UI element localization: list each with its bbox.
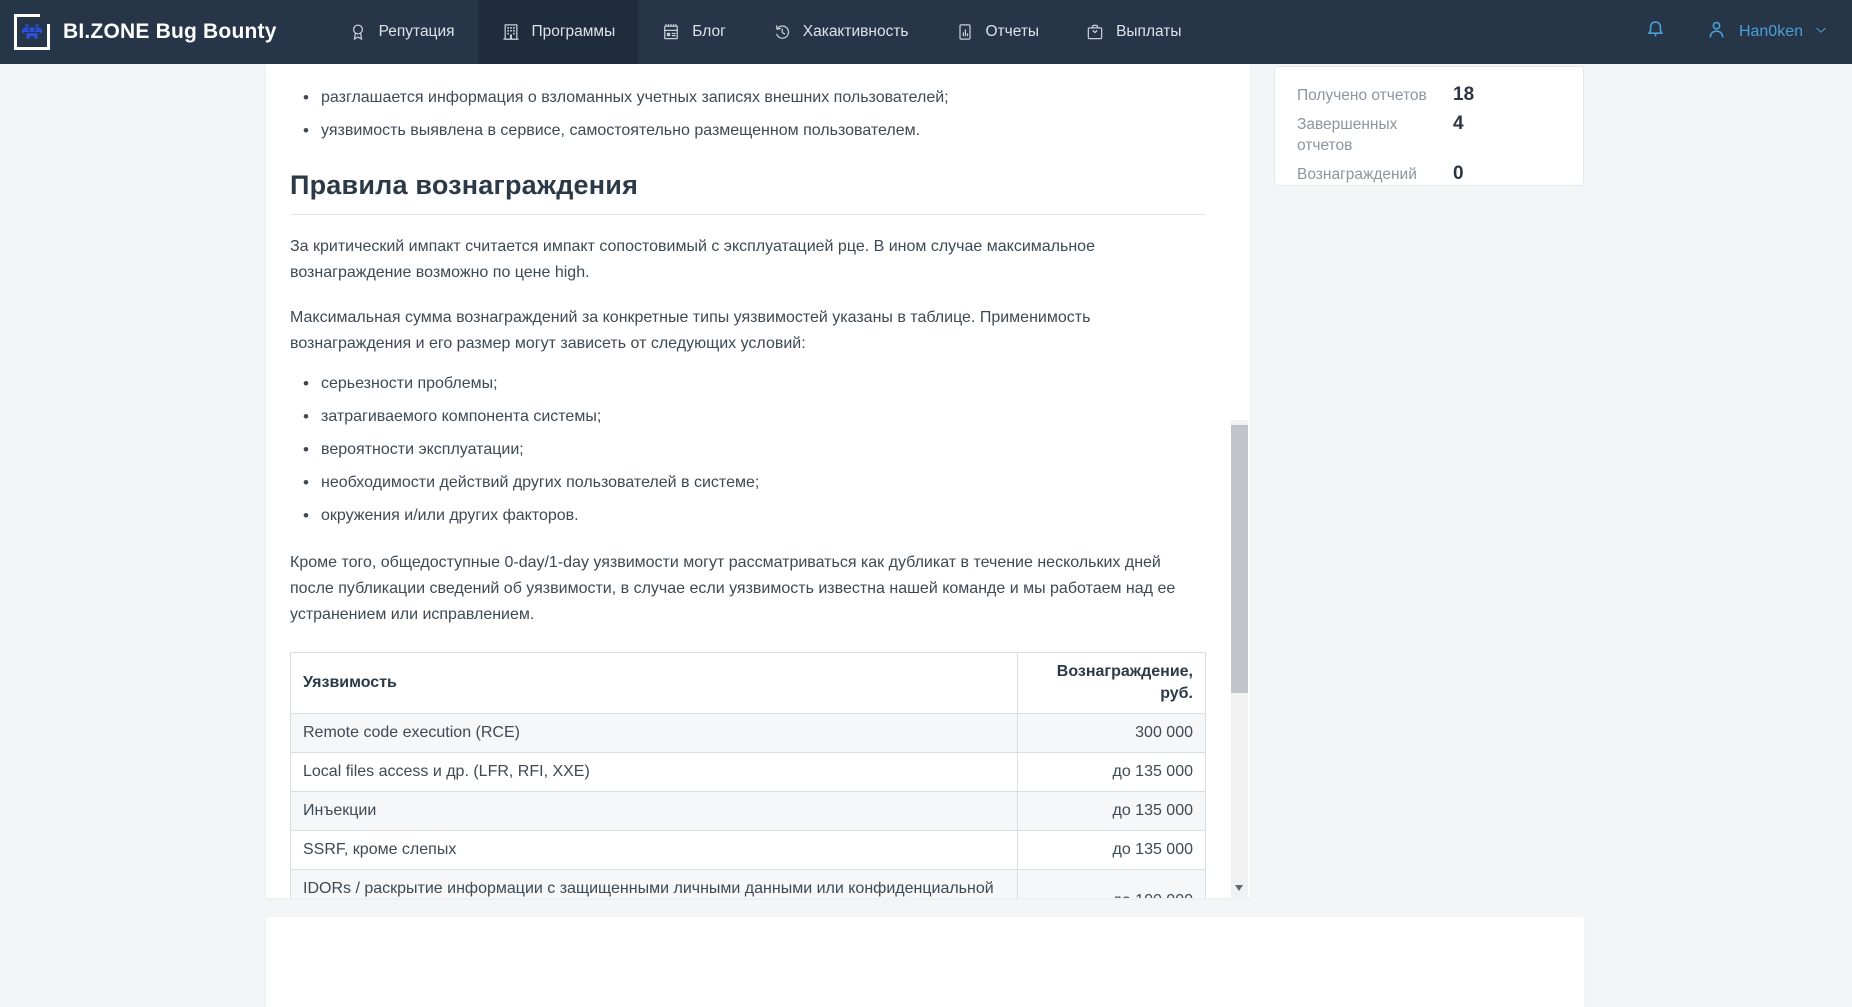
nav-item-reports[interactable]: Отчеты <box>932 0 1063 64</box>
inner-scrollbar-thumb[interactable] <box>1231 425 1248 693</box>
list-item: серьезности проблемы; <box>290 372 1206 396</box>
program-description-card: разглашается информация о взломанных уче… <box>266 64 1250 898</box>
paragraph: За критический импакт считается импакт с… <box>290 234 1206 286</box>
paragraph: Максимальная сумма вознаграждений за кон… <box>290 305 1206 357</box>
stat-row: Вознаграждений 0 <box>1297 163 1561 185</box>
nav-item-programs[interactable]: Программы <box>478 0 639 64</box>
stat-value: 0 <box>1453 163 1561 185</box>
next-section-card <box>266 917 1584 1007</box>
vulnerability-cell: Local files access и др. (LFR, RFI, XXE) <box>291 753 1018 792</box>
vulnerability-cell: Инъекции <box>291 792 1018 831</box>
list-item: окружения и/или других факторов. <box>290 504 1206 528</box>
stat-value: 4 <box>1453 113 1561 135</box>
history-clock-icon <box>772 22 792 42</box>
logo-text: BI.ZONE Bug Bounty <box>63 20 277 44</box>
stat-label: Завершенных отчетов <box>1297 114 1453 156</box>
vulnerability-cell: SSRF, кроме слепых <box>291 831 1018 870</box>
newspaper-icon <box>661 22 681 42</box>
list-item: необходимости действий других пользовате… <box>290 471 1206 495</box>
rewards-table: Уязвимость Вознаграждение, руб. Remote c… <box>290 652 1206 898</box>
table-row: SSRF, кроме слепых до 135 000 <box>291 831 1206 870</box>
list-item: уязвимость выявлена в сервисе, самостоят… <box>290 119 1206 143</box>
reward-cell: до 135 000 <box>1018 792 1206 831</box>
reward-cell: до 100 000 <box>1018 870 1206 899</box>
vulnerability-cell: Remote code execution (RCE) <box>291 714 1018 753</box>
stat-label: Вознаграждений <box>1297 164 1453 185</box>
stat-label: Получено отчетов <box>1297 85 1453 106</box>
section-title: Правила вознаграждения <box>290 170 1206 215</box>
conditions-bullet-list: серьезности проблемы; затрагиваемого комп… <box>290 372 1206 528</box>
username: Han0ken <box>1739 23 1803 41</box>
paragraph: Кроме того, общедоступные 0-day/1-day уя… <box>290 550 1206 628</box>
column-header-reward: Вознаграждение, руб. <box>1018 653 1206 714</box>
reward-cell: 300 000 <box>1018 714 1206 753</box>
logo[interactable]: BI.ZONE Bug Bounty <box>0 14 293 50</box>
navbar-right: Han0ken <box>1644 18 1852 46</box>
user-menu[interactable]: Han0ken <box>1705 18 1828 46</box>
user-avatar-icon <box>1705 18 1728 46</box>
table-row: Инъекции до 135 000 <box>291 792 1206 831</box>
stat-row: Получено отчетов 18 <box>1297 84 1561 106</box>
vulnerability-cell: IDORs / раскрытие информации с защищенны… <box>291 870 1018 899</box>
main-nav: Репутация Программы Блог Хакактивность О… <box>325 0 1205 64</box>
nav-item-hacktivity[interactable]: Хакактивность <box>749 0 932 64</box>
table-row: Local files access и др. (LFR, RFI, XXE)… <box>291 753 1206 792</box>
nav-item-reputation[interactable]: Репутация <box>325 0 478 64</box>
scrollbar-down-arrow-icon[interactable] <box>1235 885 1243 891</box>
intro-bullet-list: разглашается информация о взломанных уче… <box>290 86 1206 143</box>
medal-icon <box>348 22 368 42</box>
list-item: разглашается информация о взломанных уче… <box>290 86 1206 110</box>
reward-cell: до 135 000 <box>1018 831 1206 870</box>
program-stats-card: Получено отчетов 18 Завершенных отчетов … <box>1274 66 1584 186</box>
top-navbar: BI.ZONE Bug Bounty Репутация Программы Б… <box>0 0 1852 64</box>
table-row: Remote code execution (RCE) 300 000 <box>291 714 1206 753</box>
notifications-bell-icon[interactable] <box>1644 18 1667 46</box>
report-document-icon <box>955 22 975 42</box>
main-area: разглашается информация о взломанных уче… <box>0 64 1852 936</box>
briefcase-check-icon <box>1085 22 1105 42</box>
table-header-row: Уязвимость Вознаграждение, руб. <box>291 653 1206 714</box>
nav-item-payouts[interactable]: Выплаты <box>1062 0 1204 64</box>
inner-scrollbar-track[interactable] <box>1231 420 1248 898</box>
bug-logo-icon <box>14 14 50 50</box>
nav-item-blog[interactable]: Блог <box>638 0 749 64</box>
list-item: затрагиваемого компонента системы; <box>290 405 1206 429</box>
reward-cell: до 135 000 <box>1018 753 1206 792</box>
stat-row: Завершенных отчетов 4 <box>1297 113 1561 156</box>
list-item: вероятности эксплуатации; <box>290 438 1206 462</box>
chevron-down-icon <box>1814 23 1828 42</box>
column-header-vulnerability: Уязвимость <box>291 653 1018 714</box>
stat-value: 18 <box>1453 84 1561 106</box>
building-icon <box>501 22 521 42</box>
table-row: IDORs / раскрытие информации с защищенны… <box>291 870 1206 899</box>
